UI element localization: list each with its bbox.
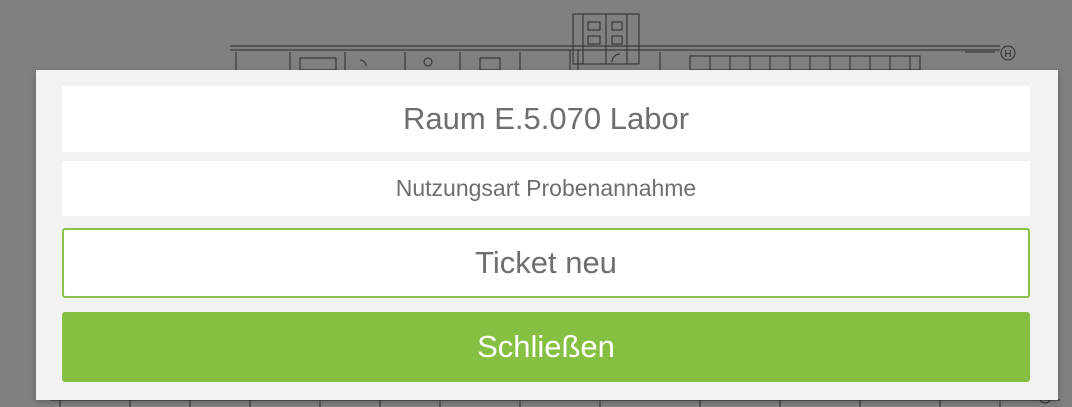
room-info-dialog: Raum E.5.070 Labor Nutzungsart Probenann… <box>36 70 1058 400</box>
new-ticket-button[interactable]: Ticket neu <box>62 228 1030 298</box>
usage-type-label: Nutzungsart Probenannahme <box>62 161 1030 216</box>
axis-marker: H <box>1000 45 1016 61</box>
room-title: Raum E.5.070 Labor <box>62 86 1030 152</box>
close-button[interactable]: Schließen <box>62 312 1030 382</box>
axis-marker-label: H <box>1004 49 1011 60</box>
